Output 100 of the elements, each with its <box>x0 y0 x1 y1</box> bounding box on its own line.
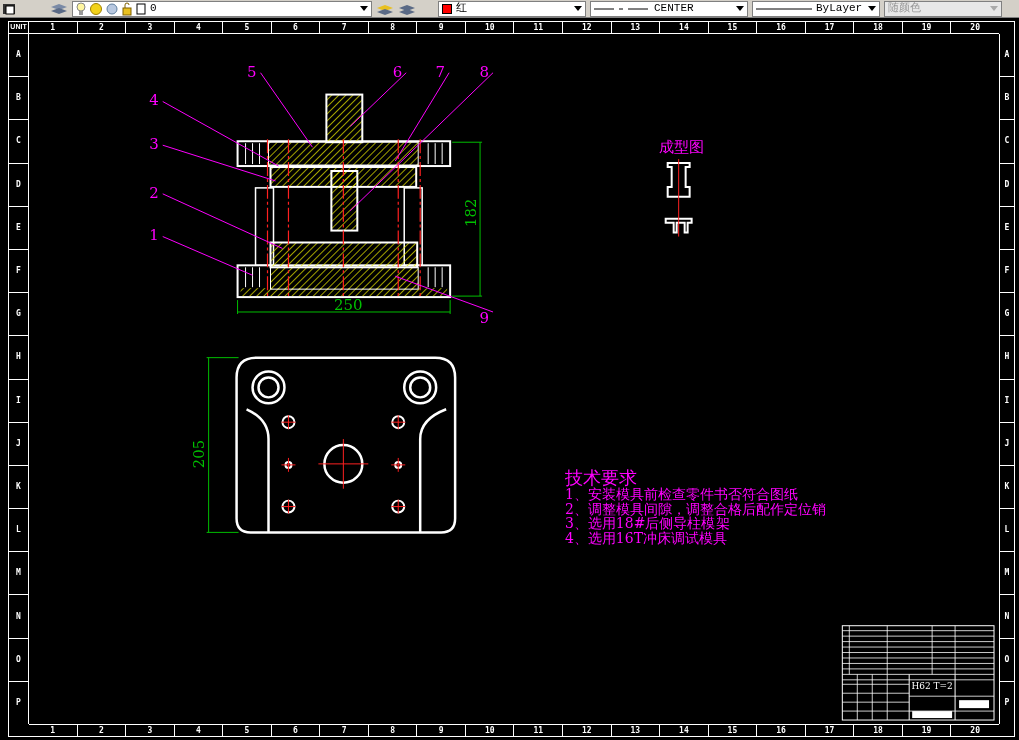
ruler-letter: A <box>1000 34 1014 78</box>
ruler-number: 13 <box>610 22 660 33</box>
ruler-number: 4 <box>173 22 223 33</box>
ruler-number: 2 <box>76 725 126 736</box>
bulb-icon[interactable] <box>76 1 86 16</box>
ruler-letter: O <box>9 638 28 682</box>
ruler-letter: C <box>1000 120 1014 164</box>
ruler-letter: K <box>9 465 28 510</box>
ruler-number: 14 <box>659 22 708 33</box>
ruler-letter: M <box>1000 552 1014 596</box>
ruler-letter: B <box>1000 77 1014 121</box>
ruler-number: 6 <box>270 725 320 736</box>
dimension-text: 250 <box>334 296 363 314</box>
ruler-letter: K <box>1000 465 1014 510</box>
layer-dropdown[interactable]: 0 <box>72 0 372 17</box>
ruler-number: 2 <box>76 22 126 33</box>
ruler-number: 3 <box>125 22 174 33</box>
ruler-letter: E <box>1000 206 1014 250</box>
ruler-letter: I <box>1000 379 1014 423</box>
ruler-letter: D <box>9 163 28 207</box>
ruler-letter: J <box>1000 422 1014 466</box>
ruler-letter: I <box>9 379 28 423</box>
ruler-number: 5 <box>222 725 271 736</box>
ruler-number: 7 <box>319 725 368 736</box>
ruler-number: 19 <box>901 22 951 33</box>
ruler-letter: C <box>9 120 28 164</box>
part-number: 6 <box>392 62 403 81</box>
material-text: H62 T=2 <box>911 681 953 692</box>
ruler-letter: M <box>9 552 28 596</box>
color-square-icon[interactable] <box>136 1 146 16</box>
line-sample-icon <box>756 6 812 11</box>
ruler-letter: D <box>1000 163 1014 207</box>
caret-icon <box>868 6 876 11</box>
ruler-number: 10 <box>464 725 514 736</box>
ruler-letter: P <box>15 696 22 709</box>
ruler-number: 7 <box>319 22 368 33</box>
ruler-letter: J <box>9 422 28 466</box>
part-number: 2 <box>149 183 159 202</box>
ruler-number: 15 <box>707 22 757 33</box>
ruler-number: 6 <box>270 22 320 33</box>
ruler-number: 14 <box>659 725 708 736</box>
lineweight-dropdown[interactable]: ByLayer <box>752 0 880 17</box>
dimension-text: 182 <box>462 198 481 227</box>
ruler-number: 17 <box>804 22 854 33</box>
ruler-letter: A <box>9 34 28 78</box>
ruler-letter: G <box>9 293 28 337</box>
ruler-number: 19 <box>901 725 951 736</box>
caret-icon <box>990 6 998 11</box>
part-number: 3 <box>149 135 159 154</box>
part-number: 1 <box>149 226 159 245</box>
ruler-number: 17 <box>804 725 854 736</box>
sun-icon[interactable] <box>90 1 102 16</box>
ruler-number: 16 <box>756 22 805 33</box>
ruler-number: 18 <box>853 725 902 736</box>
lock-icon[interactable] <box>122 1 132 16</box>
ruler-number: 12 <box>562 725 611 736</box>
ruler-number: 13 <box>610 725 660 736</box>
ruler-letter: B <box>9 77 28 121</box>
ruler-number: 3 <box>125 725 174 736</box>
ruler-letter: F <box>9 249 28 294</box>
part-number: 8 <box>479 62 490 81</box>
ruler-number: 16 <box>756 725 805 736</box>
color-dropdown[interactable]: 红 <box>438 0 586 17</box>
ruler-number: 9 <box>416 22 465 33</box>
ruler-number: 12 <box>562 22 611 33</box>
ruler-number: 11 <box>513 725 562 736</box>
part-number: 4 <box>149 91 159 110</box>
ruler-number: 10 <box>464 22 514 33</box>
part-number: 7 <box>435 62 446 81</box>
requirement-text: 3、选用18#后侧导柱模架 <box>564 515 730 532</box>
drawing-title: 成型图 <box>659 138 705 157</box>
requirement-text: 4、选用16T冲床调试模具 <box>564 530 728 547</box>
ruler-letter: N <box>1000 595 1014 639</box>
ruler-number: 20 <box>950 725 999 736</box>
ruler-letter: L <box>1000 509 1014 553</box>
ruler-letter: L <box>9 509 28 553</box>
caret-icon <box>360 6 368 11</box>
ruler-letter: O <box>1000 638 1014 682</box>
ruler-number: 8 <box>367 725 417 736</box>
ruler-number: 20 <box>950 22 999 33</box>
ruler-letter: N <box>9 595 28 639</box>
ruler-letter: H <box>9 336 28 380</box>
caret-icon <box>574 6 582 11</box>
viewport-icon[interactable] <box>106 1 118 16</box>
ruler-letter: E <box>9 206 28 250</box>
dimension-text: 205 <box>189 439 208 469</box>
ruler-number: 8 <box>367 22 417 33</box>
linetype-dropdown[interactable]: CENTER <box>590 0 748 17</box>
ruler-number: 5 <box>222 22 271 33</box>
ruler-number: 1 <box>49 725 57 736</box>
part-number: 5 <box>247 62 257 81</box>
layer-properties-icon[interactable] <box>2 1 18 16</box>
ruler-number: 9 <box>416 725 465 736</box>
part-number: 9 <box>479 308 490 327</box>
ruler-letter: H <box>1000 336 1014 380</box>
ruler-letter: G <box>1000 293 1014 337</box>
layers-icon[interactable] <box>50 1 68 16</box>
ruler-letter: F <box>1000 249 1014 294</box>
ruler-number: 1 <box>49 22 57 33</box>
caret-icon <box>736 6 744 11</box>
